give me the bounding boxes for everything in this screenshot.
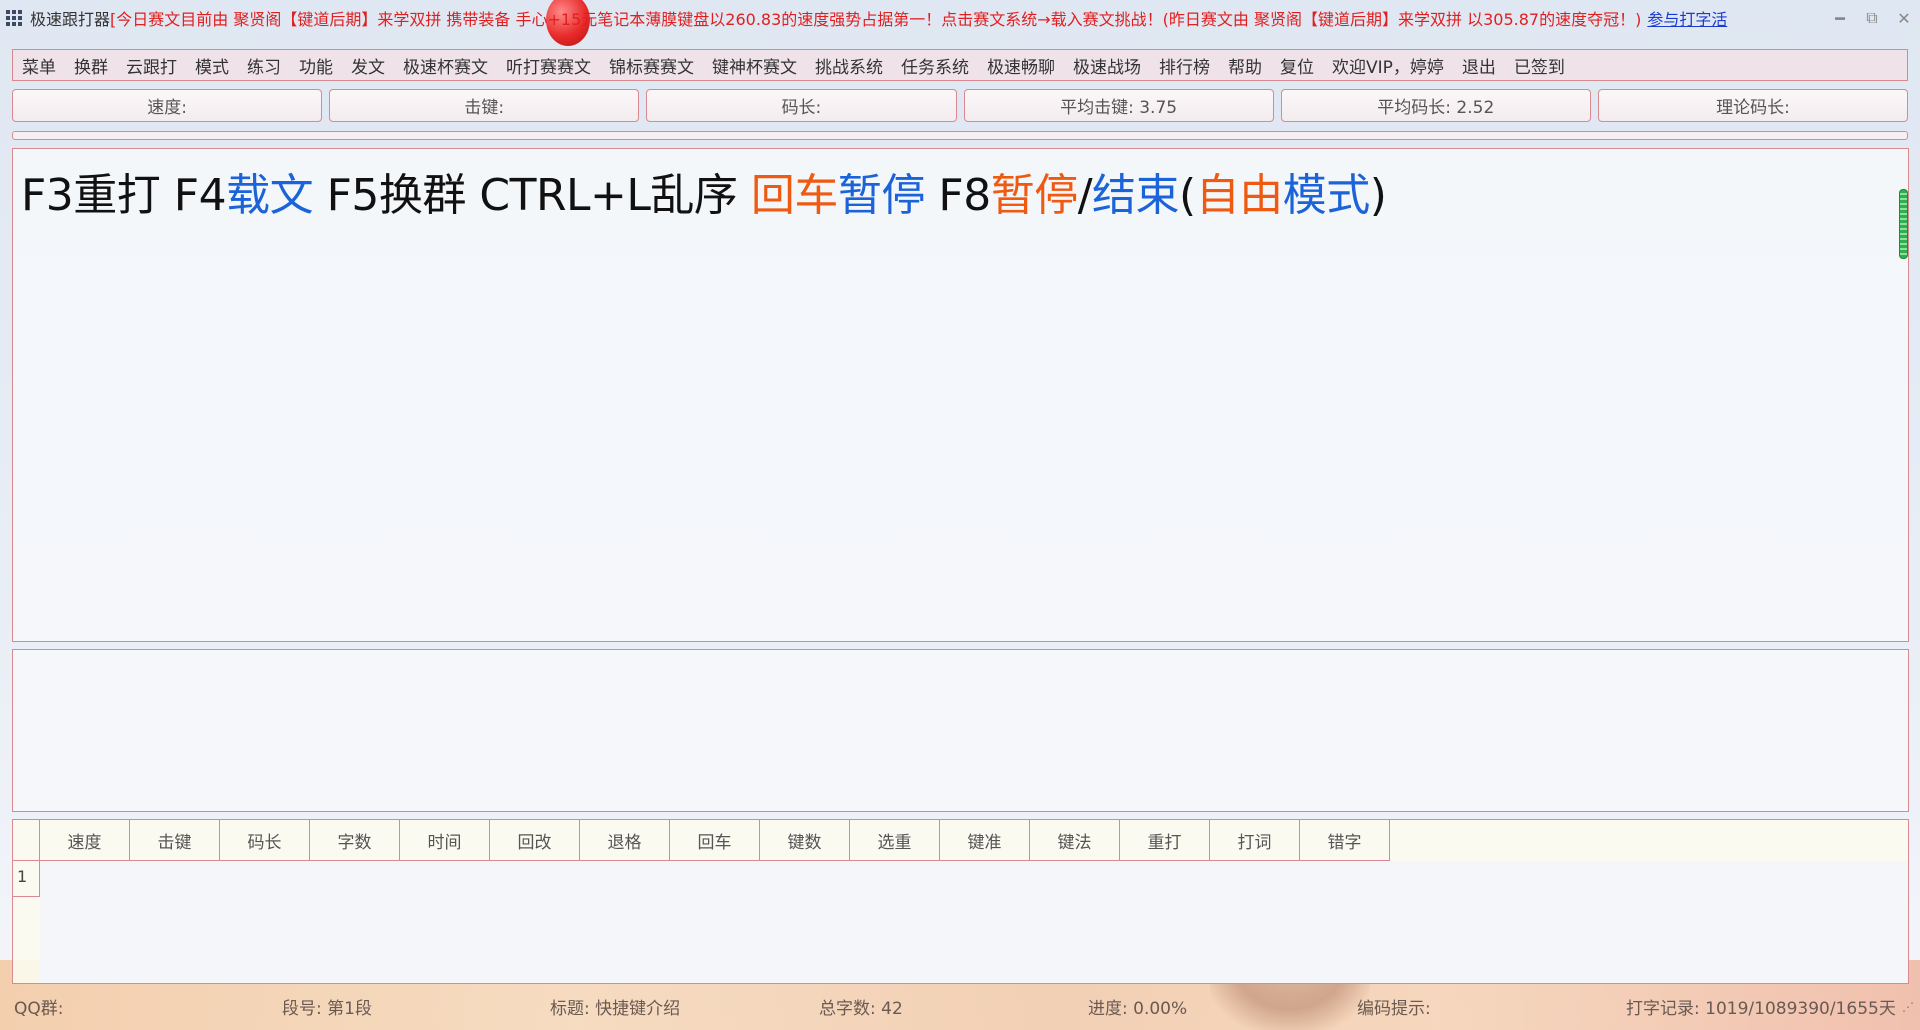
- shortcut-hint-text: F3重打 F4载文 F5换群 CTRL+L乱序 回车暂停 F8暂停/结束(自由模…: [21, 159, 1387, 223]
- column-header[interactable]: 字数: [310, 820, 400, 861]
- typing-input-area[interactable]: [12, 649, 1909, 812]
- menu-item-key-god-cup[interactable]: 键神杯赛文: [703, 53, 806, 78]
- app-menu-icon[interactable]: [6, 10, 24, 26]
- segment-number: 段号: 第1段: [282, 999, 372, 1019]
- menu-item-chat[interactable]: 极速畅聊: [978, 53, 1064, 78]
- hint-part: 模式: [1282, 170, 1371, 221]
- progress-percent: 进度: 0.00%: [1088, 999, 1188, 1019]
- menu-item-leaderboard[interactable]: 排行榜: [1150, 53, 1219, 78]
- column-header[interactable]: 错字: [1300, 820, 1390, 861]
- keystroke-stat[interactable]: 击键:: [329, 89, 640, 122]
- hint-part: F5换群 CTRL+L乱序: [313, 170, 751, 221]
- code-length-stat[interactable]: 码长:: [646, 89, 957, 122]
- column-header[interactable]: 回车: [670, 820, 760, 861]
- qq-group-label: QQ群:: [14, 999, 64, 1019]
- status-bar: QQ群: 段号: 第1段 标题: 快捷键介绍 总字数: 42 进度: 0.00%…: [0, 990, 1920, 1022]
- column-header[interactable]: 键准: [940, 820, 1030, 861]
- hint-part: 回车: [750, 170, 839, 221]
- column-header[interactable]: 速度: [40, 820, 130, 861]
- avg-keystroke-stat[interactable]: 平均击键: 3.75: [963, 89, 1274, 122]
- menu-item-cloud-follow[interactable]: 云跟打: [117, 53, 186, 78]
- progress-bar: [12, 131, 1908, 140]
- column-header[interactable]: 打词: [1210, 820, 1300, 861]
- join-activity-link[interactable]: 参与打字活: [1647, 6, 1727, 30]
- menu-item-welcome-user[interactable]: 欢迎VIP，婷婷: [1323, 53, 1453, 78]
- hint-part: /: [1077, 170, 1093, 221]
- table-body: [40, 861, 1908, 983]
- hint-part: F3重打 F4: [21, 170, 227, 221]
- text-title: 标题: 快捷键介绍: [550, 999, 681, 1019]
- total-char-count: 总字数: 42: [819, 999, 903, 1019]
- menu-item-speed-cup[interactable]: 极速杯赛文: [394, 53, 497, 78]
- menu-item-challenge[interactable]: 挑战系统: [806, 53, 892, 78]
- column-header[interactable]: 码长: [220, 820, 310, 861]
- hint-part: F8: [924, 170, 991, 221]
- column-header[interactable]: 击键: [130, 820, 220, 861]
- menu-item-switch-group[interactable]: 换群: [65, 53, 117, 78]
- stats-bar: 速度: 击键: 码长: 平均击键: 3.75 平均码长: 2.52 理论码长:: [12, 89, 1909, 122]
- menu-item-tasks[interactable]: 任务系统: [892, 53, 978, 78]
- hint-part: 暂停: [837, 170, 926, 221]
- menu-item-listen-race[interactable]: 听打赛赛文: [497, 53, 600, 78]
- hint-part: (: [1179, 170, 1196, 221]
- race-announcement-marquee: [今日赛文目前由 聚贤阁【键道后期】来学双拼 携带装备 手心+15元笔记本薄膜键…: [110, 10, 1642, 29]
- column-header[interactable]: 退格: [580, 820, 670, 861]
- column-header[interactable]: 回改: [490, 820, 580, 861]
- menu-item-functions[interactable]: 功能: [290, 53, 342, 78]
- menu-item-mode[interactable]: 模式: [186, 53, 238, 78]
- column-header[interactable]: 键法: [1030, 820, 1120, 861]
- hint-part: 自由: [1195, 170, 1284, 221]
- hint-part: 暂停: [990, 170, 1079, 221]
- menu-item-logout[interactable]: 退出: [1453, 53, 1505, 78]
- table-header: 速度 击键 码长 字数 时间 回改 退格 回车 键数 选重 键准 键法 重打 打…: [13, 820, 1390, 861]
- encoding-hint: 编码提示:: [1357, 999, 1431, 1019]
- menu-item-help[interactable]: 帮助: [1219, 53, 1271, 78]
- menu-item-reset[interactable]: 复位: [1271, 53, 1323, 78]
- column-header[interactable]: 时间: [400, 820, 490, 861]
- theory-code-length-stat[interactable]: 理论码长:: [1597, 89, 1909, 122]
- column-header[interactable]: 键数: [760, 820, 850, 861]
- menu-item-menu[interactable]: 菜单: [13, 53, 65, 78]
- restore-icon[interactable]: ⧉: [1856, 8, 1888, 28]
- resize-grip-icon[interactable]: ⋰: [1902, 1000, 1914, 1014]
- window-controls: ━ ⧉ ✕: [1824, 0, 1920, 36]
- hint-part: ): [1369, 170, 1387, 221]
- results-table: 速度 击键 码长 字数 时间 回改 退格 回车 键数 选重 键准 键法 重打 打…: [12, 819, 1909, 984]
- typing-record: 打字记录: 1019/1089390/1655天: [1626, 999, 1896, 1019]
- menu-item-championship[interactable]: 锦标赛赛文: [600, 53, 703, 78]
- menu-item-practice[interactable]: 练习: [238, 53, 290, 78]
- speed-stat[interactable]: 速度:: [12, 89, 323, 122]
- row-number[interactable]: 1: [13, 861, 40, 897]
- avg-code-length-stat[interactable]: 平均码长: 2.52: [1280, 89, 1591, 122]
- close-icon[interactable]: ✕: [1888, 9, 1920, 28]
- menu-item-battlefield[interactable]: 极速战场: [1064, 53, 1150, 78]
- column-header[interactable]: 重打: [1120, 820, 1210, 861]
- minimize-icon[interactable]: ━: [1824, 9, 1856, 28]
- menu-item-signed-in[interactable]: 已签到: [1505, 53, 1574, 78]
- menu-bar: 菜单 换群 云跟打 模式 练习 功能 发文 极速杯赛文 听打赛赛文 锦标赛赛文 …: [12, 49, 1908, 81]
- title-bar: 极速跟打器 [今日赛文目前由 聚贤阁【键道后期】来学双拼 携带装备 手心+15元…: [0, 0, 1920, 36]
- menu-item-send-text[interactable]: 发文: [342, 53, 394, 78]
- text-display-panel[interactable]: F3重打 F4载文 F5换群 CTRL+L乱序 回车暂停 F8暂停/结束(自由模…: [12, 148, 1909, 642]
- hint-part: 载文: [226, 170, 314, 221]
- scroll-indicator[interactable]: [1899, 189, 1908, 259]
- table-corner: [13, 820, 40, 861]
- column-header[interactable]: 选重: [850, 820, 940, 861]
- hint-part: 结束: [1092, 170, 1180, 221]
- app-title: 极速跟打器: [30, 10, 111, 29]
